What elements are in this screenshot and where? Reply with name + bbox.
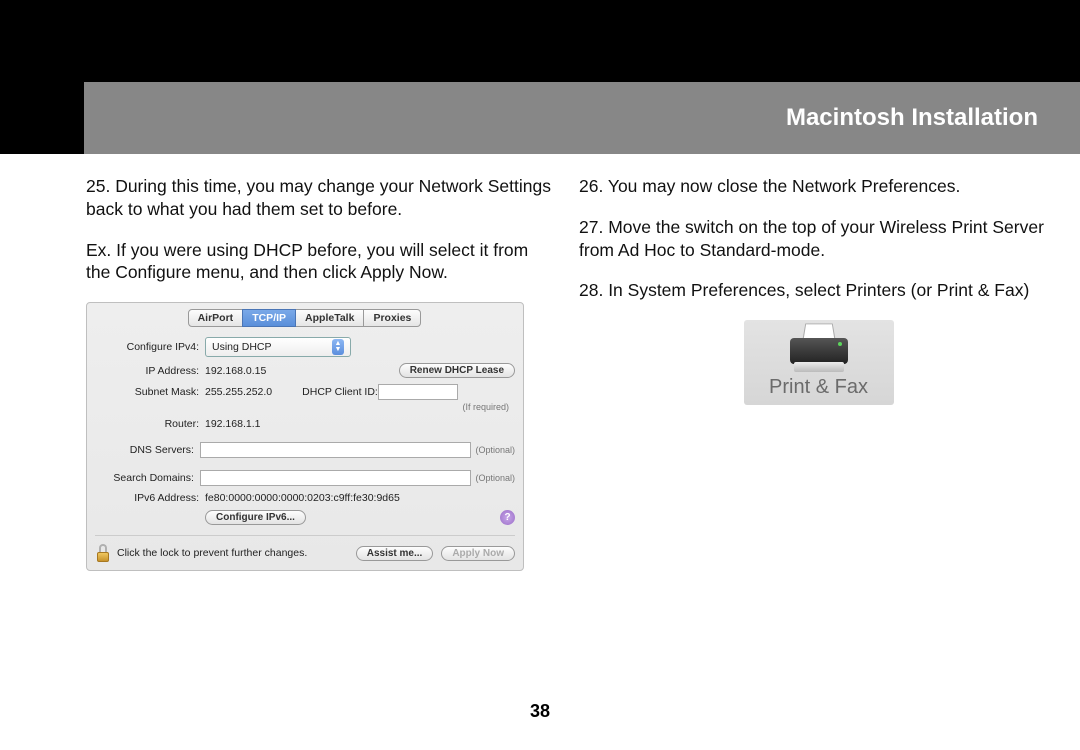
print-fax-label: Print & Fax <box>754 376 884 399</box>
tab-tcpip[interactable]: TCP/IP <box>242 309 296 327</box>
step-25-text: 25. During this time, you may change you… <box>86 175 551 221</box>
dhcp-client-id-input[interactable] <box>378 384 458 400</box>
page-title: Macintosh Installation <box>786 104 1038 132</box>
subnet-mask-label: Subnet Mask: <box>95 386 205 398</box>
left-column: 25. During this time, you may change you… <box>86 175 551 571</box>
search-domains-label: Search Domains: <box>95 472 200 484</box>
search-domains-input[interactable] <box>200 470 472 486</box>
header-bar: Macintosh Installation <box>84 82 1080 154</box>
subnet-mask-value: 255.255.252.0 <box>205 386 272 398</box>
tab-airport[interactable]: AirPort <box>188 309 244 327</box>
print-fax-tile[interactable]: Print & Fax <box>744 320 894 405</box>
step-27-text: 27. Move the switch on the top of your W… <box>579 216 1058 262</box>
search-optional-hint: (Optional) <box>475 473 515 483</box>
configure-ipv4-label: Configure IPv4: <box>95 341 205 353</box>
configure-ipv4-value: Using DHCP <box>212 341 272 353</box>
configure-ipv4-select[interactable]: Using DHCP ▲▼ <box>205 337 351 357</box>
content-area: 25. During this time, you may change you… <box>86 175 1058 571</box>
ipv6-address-label: IPv6 Address: <box>95 492 205 504</box>
select-arrows-icon: ▲▼ <box>332 339 345 355</box>
tab-appletalk[interactable]: AppleTalk <box>295 309 364 327</box>
step-28-text: 28. In System Preferences, select Printe… <box>579 279 1058 302</box>
apply-now-button[interactable]: Apply Now <box>441 546 515 561</box>
lock-text: Click the lock to prevent further change… <box>117 547 307 559</box>
dhcp-client-hint: (If required) <box>462 402 509 412</box>
dns-servers-label: DNS Servers: <box>95 444 200 456</box>
router-value: 192.168.1.1 <box>205 418 260 430</box>
renew-dhcp-button[interactable]: Renew DHCP Lease <box>399 363 515 378</box>
dns-optional-hint: (Optional) <box>475 445 515 455</box>
step-25-example: Ex. If you were using DHCP before, you w… <box>86 239 551 285</box>
step-26-text: 26. You may now close the Network Prefer… <box>579 175 1058 198</box>
ip-address-value: 192.168.0.15 <box>205 365 266 377</box>
ip-address-label: IP Address: <box>95 365 205 377</box>
lock-row: Click the lock to prevent further change… <box>95 535 515 562</box>
configure-ipv6-button[interactable]: Configure IPv6... <box>205 510 306 525</box>
page-number: 38 <box>0 701 1080 722</box>
tab-bar: AirPort TCP/IP AppleTalk Proxies <box>95 309 515 327</box>
lock-icon[interactable] <box>95 544 111 562</box>
assist-me-button[interactable]: Assist me... <box>356 546 434 561</box>
dns-servers-input[interactable] <box>200 442 472 458</box>
right-column: 26. You may now close the Network Prefer… <box>579 175 1058 571</box>
printer-icon <box>788 330 850 370</box>
help-icon[interactable]: ? <box>500 510 515 525</box>
dhcp-client-id-label: DHCP Client ID: <box>302 386 378 398</box>
ipv6-address-value: fe80:0000:0000:0000:0203:c9ff:fe30:9d65 <box>205 492 400 504</box>
network-preferences-panel: AirPort TCP/IP AppleTalk Proxies Configu… <box>86 302 524 571</box>
router-label: Router: <box>95 418 205 430</box>
tab-proxies[interactable]: Proxies <box>363 309 421 327</box>
